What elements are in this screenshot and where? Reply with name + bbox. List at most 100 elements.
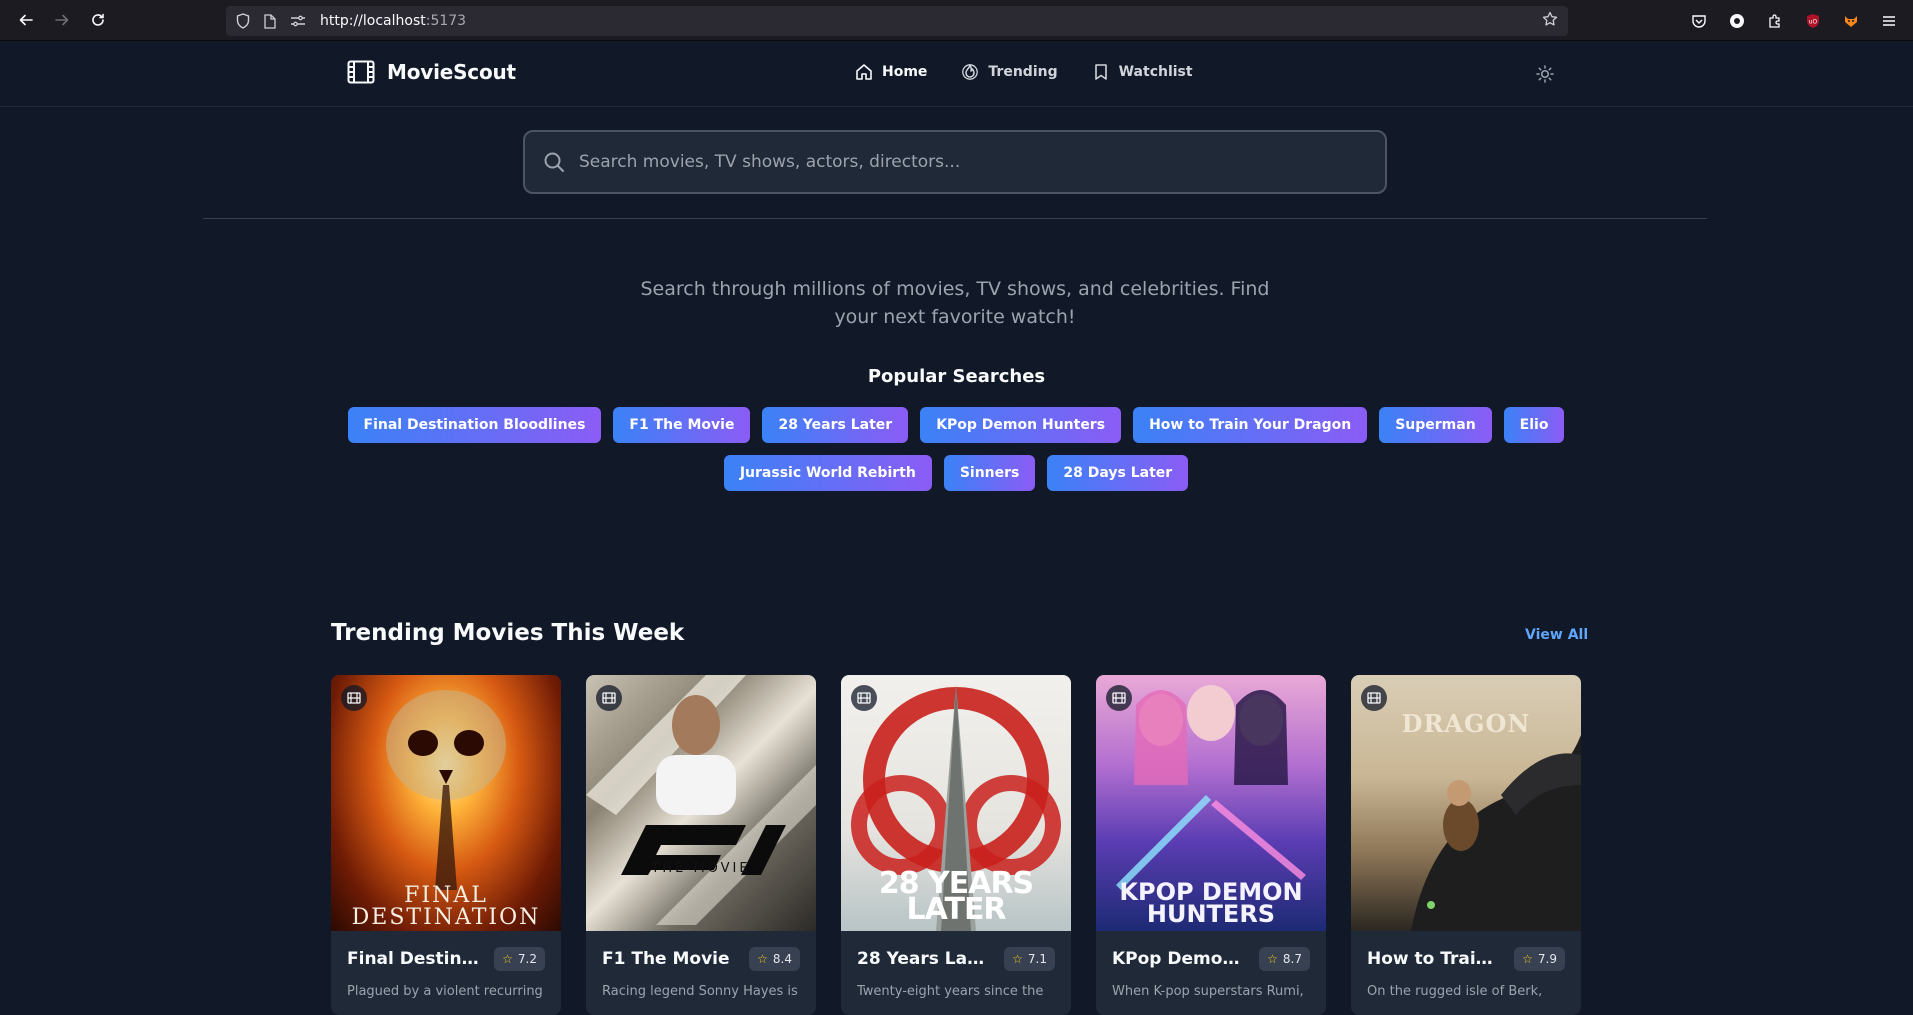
extensions-icon[interactable] [1765,11,1785,31]
arrow-right-icon [55,14,69,26]
poster-image: KPOP DEMON HUNTERS [1096,675,1326,931]
movie-title: How to Train Your Dragon [1367,949,1502,969]
pocket-icon[interactable] [1689,11,1709,31]
movie-title: Final Destination Bloodlines [347,949,482,969]
svg-text:uO: uO [1809,19,1818,26]
rating-value: 8.7 [1282,952,1302,966]
poster-title-text: FINAL DESTINATION [351,883,541,930]
logo-text: MovieScout [387,60,516,84]
rating-badge: ☆ 7.2 [494,947,545,971]
home-icon [856,64,872,80]
tagline: Search through millions of movies, TV sh… [640,278,1270,328]
bookmark-star-icon[interactable] [1542,11,1558,31]
poster-image: FINAL DESTINATION [331,675,561,931]
search-box[interactable] [523,130,1387,194]
rating-value: 7.9 [1537,952,1557,966]
poster-title-text: THE MOVIE [651,861,751,876]
nav-watchlist-label: Watchlist [1118,64,1193,80]
poster-title-text: 28 YEARS LATER [878,866,1034,927]
search-input[interactable] [579,152,1385,172]
poster-title-text: KPOP DEMON HUNTERS [1119,878,1303,928]
nav-watchlist[interactable]: Watchlist [1092,63,1193,81]
film-badge-icon [596,685,622,711]
shield-icon[interactable] [236,13,250,29]
logo[interactable]: MovieScout [347,60,516,84]
browser-extensions: uO [1689,6,1899,36]
chip-kpop-demon-hunters[interactable]: KPop Demon Hunters [920,407,1122,443]
ublock-icon[interactable]: uO [1803,11,1823,31]
divider [203,218,1707,219]
reload-icon [92,13,104,26]
movie-card[interactable]: DRAGON How to Train Your Dragon ☆ 7.9 On … [1351,675,1581,1015]
theme-toggle-button[interactable] [1532,61,1558,87]
movie-title: 28 Years Later [857,949,992,969]
rating-value: 8.4 [772,952,792,966]
movie-card[interactable]: 28 YEARS LATER 28 Years Later ☆ 7.1 Twent… [841,675,1071,1015]
nav-home[interactable]: Home [855,63,927,81]
rating-value: 7.2 [517,952,537,966]
chip-how-to-train-your-dragon[interactable]: How to Train Your Dragon [1133,407,1368,443]
movie-description: Racing legend Sonny Hayes is [602,984,798,999]
film-badge-icon [1106,685,1132,711]
account-icon[interactable] [1727,11,1747,31]
chip-28-days-later[interactable]: 28 Days Later [1047,455,1189,491]
star-icon: ☆ [757,952,768,966]
chip-final-destination-bloodlines[interactable]: Final Destination Bloodlines [347,407,602,443]
movie-description: Plagued by a violent recurring [347,984,543,999]
view-all-link[interactable]: View All [1525,627,1588,643]
film-badge-icon [1361,685,1387,711]
forward-button[interactable] [44,2,80,38]
flame-icon [962,64,979,80]
f1-artwork [586,675,816,925]
back-button[interactable] [8,2,44,38]
film-badge-icon [851,685,877,711]
movie-card[interactable]: THE MOVIE F1 The Movie ☆ 8.4 Racing legen… [586,675,816,1015]
star-icon: ☆ [502,952,513,966]
poster-title-text: DRAGON [1401,709,1531,738]
poster-image: THE MOVIE [586,675,816,931]
chip-elio[interactable]: Elio [1503,407,1565,443]
app-header: MovieScout Home Trending Watchlist [0,41,1913,107]
fox-extension-icon[interactable] [1841,11,1861,31]
nav-home-label: Home [882,64,928,80]
search-icon [544,152,564,172]
movie-title: F1 The Movie [602,949,730,969]
movie-description: When K-pop superstars Rumi, [1112,984,1304,999]
movie-card[interactable]: KPOP DEMON HUNTERS KPop Demon Hunters ☆ 8… [1096,675,1326,1015]
chip-jurassic-world-rebirth[interactable]: Jurassic World Rebirth [723,455,932,491]
poster-image: 28 YEARS LATER [841,675,1071,931]
poster-image: DRAGON [1351,675,1581,931]
chip-superman[interactable]: Superman [1379,407,1492,443]
popular-searches: Final Destination Bloodlines F1 The Movi… [331,407,1581,491]
trending-movies: FINAL DESTINATION Final Destination Bloo… [331,675,1581,1015]
menu-icon[interactable] [1879,11,1899,31]
star-icon: ☆ [1012,952,1023,966]
bookmark-icon [1094,64,1107,80]
chip-f1-the-movie[interactable]: F1 The Movie [613,407,751,443]
rating-badge: ☆ 7.1 [1004,947,1055,971]
movie-description: On the rugged isle of Berk, [1367,984,1543,999]
sun-icon [1536,65,1554,83]
chip-28-years-later[interactable]: 28 Years Later [762,407,909,443]
rating-badge: ☆ 7.9 [1514,947,1565,971]
rating-badge: ☆ 8.7 [1259,947,1310,971]
rating-badge: ☆ 8.4 [749,947,800,971]
trending-title: Trending Movies This Week [331,620,685,646]
url-text[interactable]: http://localhost:5173 [320,13,466,29]
star-icon: ☆ [1522,952,1533,966]
nav-trending-label: Trending [988,64,1058,80]
movie-title: KPop Demon Hunters [1112,949,1247,969]
chip-sinners[interactable]: Sinners [943,455,1036,491]
main-nav: Home Trending Watchlist [855,63,1193,81]
star-icon: ☆ [1267,952,1278,966]
reload-button[interactable] [80,2,116,38]
popular-searches-title: Popular Searches [867,366,1046,387]
url-bar[interactable]: http://localhost:5173 [226,6,1568,36]
film-badge-icon [341,685,367,711]
page-icon [264,13,276,29]
nav-trending[interactable]: Trending [961,63,1058,81]
movie-card[interactable]: FINAL DESTINATION Final Destination Bloo… [331,675,561,1015]
arrow-left-icon [19,14,33,26]
rating-value: 7.1 [1027,952,1047,966]
permissions-icon[interactable] [290,14,306,28]
